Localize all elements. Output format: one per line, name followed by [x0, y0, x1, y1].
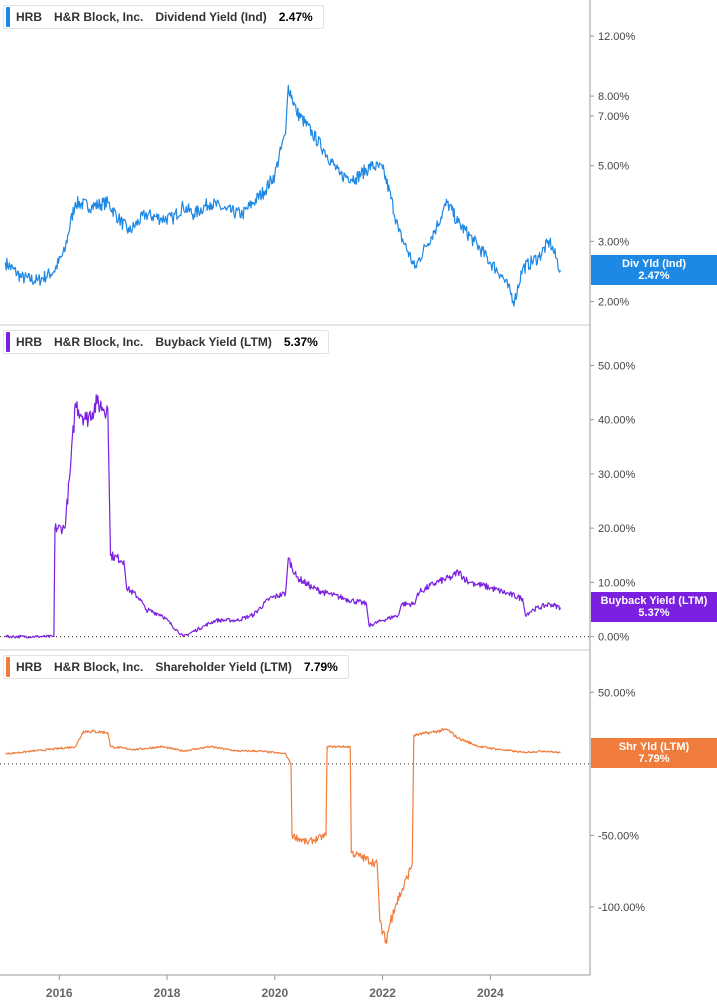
- y-tick-label: 50.00%: [598, 687, 636, 699]
- legend-value: 7.79%: [303, 660, 338, 674]
- current-value-badge-buyback: Buyback Yield (LTM) 5.37%: [591, 592, 717, 623]
- y-tick-label: 12.00%: [598, 31, 636, 43]
- badge-label: Buyback Yield (LTM): [600, 595, 708, 608]
- series-line: [4, 84, 561, 307]
- y-tick-label: 3.00%: [598, 236, 629, 248]
- legend-company: H&R Block, Inc.: [54, 10, 144, 24]
- legend-ticker: HRB: [16, 10, 42, 24]
- x-tick-label: 2022: [369, 986, 396, 1000]
- legend-buyback-yield: HRB H&R Block, Inc. Buyback Yield (LTM) …: [3, 330, 329, 354]
- series-line: [4, 394, 561, 639]
- chart-canvas: 12.00% 8.00% 7.00% 5.00% 3.00% 2.00% 50.00% 40.…: [0, 0, 645, 1000]
- series-line: [5, 728, 561, 944]
- legend-metric: Shareholder Yield (LTM): [155, 660, 292, 674]
- x-tick-label: 2024: [477, 986, 504, 1000]
- legend-ticker: HRB: [16, 335, 42, 349]
- x-tick-label: 2016: [46, 986, 73, 1000]
- y-tick-label: 30.00%: [598, 469, 636, 481]
- x-tick-label: 2020: [261, 986, 288, 1000]
- legend-metric: Buyback Yield (LTM): [155, 335, 272, 349]
- badge-label: Div Yld (Ind): [622, 258, 686, 271]
- series-color-swatch: [6, 332, 10, 352]
- series-color-swatch: [6, 657, 10, 677]
- y-tick-label: 0.00%: [598, 632, 629, 644]
- y-tick-label: 50.00%: [598, 361, 636, 373]
- legend-metric: Dividend Yield (Ind): [155, 10, 267, 24]
- badge-label: Shr Yld (LTM): [618, 740, 690, 753]
- legend-value: 2.47%: [278, 10, 313, 24]
- y-tick-label: 40.00%: [598, 415, 636, 427]
- y-tick-label: 20.00%: [598, 523, 636, 535]
- legend-dividend-yield: HRB H&R Block, Inc. Dividend Yield (Ind)…: [3, 5, 324, 29]
- y-tick-label: -100.00%: [598, 902, 645, 914]
- x-tick-label: 2018: [154, 986, 181, 1000]
- legend-company: H&R Block, Inc.: [54, 660, 144, 674]
- badge-value: 2.47%: [638, 270, 670, 283]
- y-tick-label: 7.00%: [598, 111, 629, 123]
- y-tick-label: 8.00%: [598, 91, 629, 103]
- legend-ticker: HRB: [16, 660, 42, 674]
- y-tick-label: 10.00%: [598, 577, 636, 589]
- badge-value: 5.37%: [638, 607, 670, 620]
- current-value-badge-shareholder: Shr Yld (LTM) 7.79%: [591, 737, 717, 768]
- legend-company: H&R Block, Inc.: [54, 335, 144, 349]
- badge-value: 7.79%: [638, 752, 670, 765]
- series-color-swatch: [6, 7, 10, 27]
- y-tick-label: 2.00%: [598, 296, 629, 308]
- current-value-badge-dividend: Div Yld (Ind) 2.47%: [591, 255, 717, 286]
- y-tick-label: -50.00%: [598, 830, 639, 842]
- legend-shareholder-yield: HRB H&R Block, Inc. Shareholder Yield (L…: [3, 655, 349, 679]
- legend-value: 5.37%: [283, 335, 318, 349]
- y-tick-label: 5.00%: [598, 161, 629, 173]
